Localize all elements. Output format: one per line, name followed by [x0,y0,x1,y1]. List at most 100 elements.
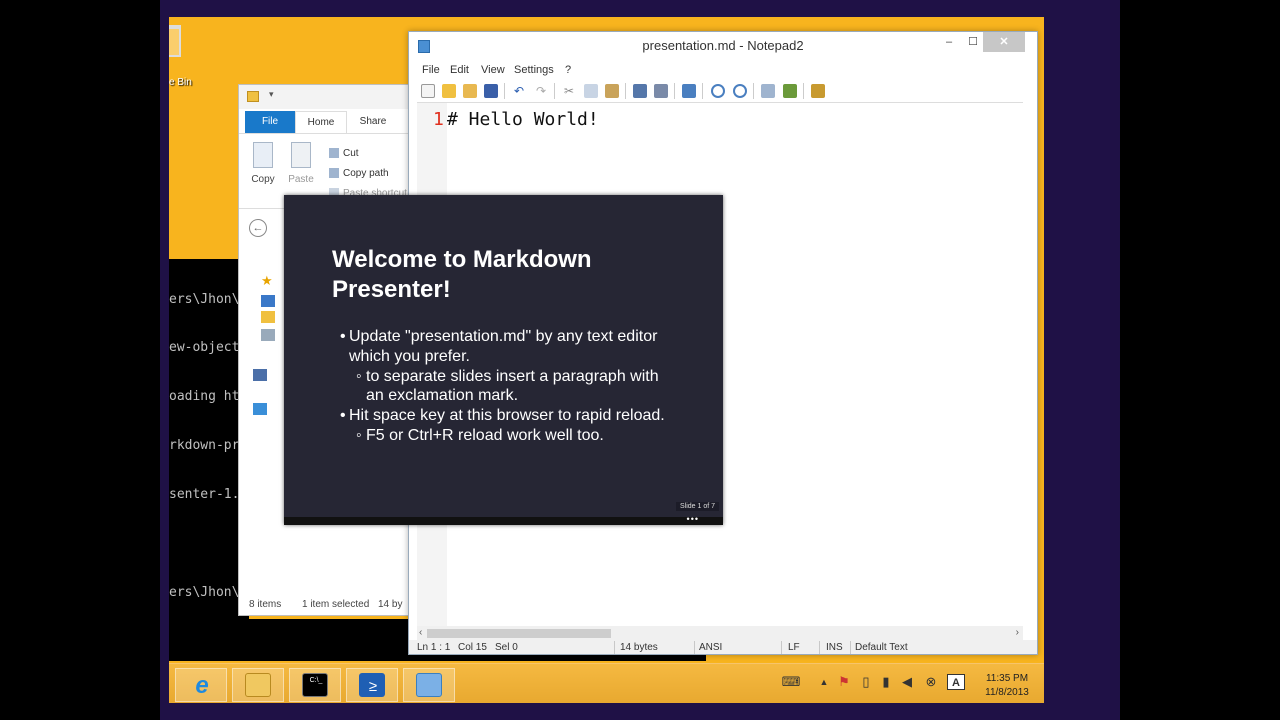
favorites-star-icon[interactable]: ★ [261,273,275,288]
status-line-ending[interactable]: LF [788,642,800,653]
taskbar-powershell[interactable]: ≥ [346,668,398,702]
slide-menu-dots[interactable]: ••• [687,514,699,524]
cancel-icon[interactable]: ⊗ [922,674,940,690]
recycle-bin[interactable]: e Bin [169,25,209,88]
slide-counter: Slide 1 of 7 [675,502,719,511]
taskbar-internet-explorer[interactable]: e [175,668,227,702]
menu-file[interactable]: File [422,64,440,76]
menu-settings[interactable]: Settings [514,64,554,76]
system-clock[interactable]: 11:35 PM 11/8/2013 [979,672,1035,700]
taskbar: e C:\_ ≥ ⌨ ▲ ⚑ ▯ ▮ ◀ ⊗ A 11:35 PM 11/8/2… [169,663,1044,703]
show-hidden-icons-icon[interactable]: ▲ [815,674,833,690]
menu-bar: File Edit View Settings ? [409,62,1037,80]
paste-button[interactable]: Paste [286,142,316,185]
this-pc-icon[interactable] [253,369,267,381]
minimize-button[interactable]: – [937,32,961,52]
taskbar-notepad2[interactable] [403,668,455,702]
undo-icon[interactable]: ↶ [512,84,526,98]
new-file-icon[interactable] [421,84,435,98]
replace-icon[interactable] [654,84,668,98]
command-prompt-glyph: C:\_ [309,677,323,684]
cut-icon[interactable]: ✂ [562,84,576,98]
slide-title: Welcome to Markdown Presenter! [332,246,592,303]
open-folder-icon[interactable] [442,84,456,98]
paste-icon[interactable] [605,84,619,98]
cut-button[interactable]: Cut [329,148,359,159]
scheme-icon[interactable] [761,84,775,98]
presentation-slide[interactable]: Welcome to Markdown Presenter! Update "p… [284,195,723,525]
powershell-glyph: ≥ [368,678,378,695]
explorer-titlebar[interactable]: ▾ [239,85,423,109]
maximize-button[interactable]: ☐ [961,32,985,52]
copy-icon[interactable] [584,84,598,98]
recent-places-icon[interactable] [261,329,275,341]
browse-icon[interactable] [463,84,477,98]
console-line: oading htt [169,389,248,405]
status-position: Ln 1 : 1 [417,642,451,653]
keyboard-icon[interactable]: ⌨ [778,674,804,690]
right-letterbox [1120,0,1280,720]
taskbar-command-prompt[interactable]: C:\_ [289,668,341,702]
menu-view[interactable]: View [481,64,505,76]
screen-recording-frame: e Bin ers\Jhon\D ew-object oading htt rk… [0,0,1280,720]
volume-icon[interactable]: ◀ [898,674,916,690]
status-encoding[interactable]: ANSI [699,642,722,653]
slide-sub-bullet: F5 or Ctrl+R reload work well too. [340,426,680,446]
console-line: ers\Jhon\D [169,291,248,307]
slide-bullets: Update "presentation.md" by any text edi… [340,327,680,446]
downloads-icon[interactable] [261,311,275,323]
taskbar-file-explorer[interactable] [232,668,284,702]
exit-icon[interactable] [811,84,825,98]
notepad2-icon [416,673,442,697]
notepad-statusbar: Ln 1 : 1 Col 15 Sel 0 14 bytes ANSI LF I… [409,640,1037,654]
explorer-statusbar: 8 items 1 item selected 14 by [239,595,423,615]
close-button[interactable]: ✕ [983,32,1025,52]
customize-icon[interactable] [783,84,797,98]
menu-edit[interactable]: Edit [450,64,469,76]
quick-access-dropdown-icon[interactable]: ▾ [269,89,274,100]
action-center-icon[interactable]: ⚑ [835,674,853,690]
scissors-icon [329,148,339,159]
network-icon[interactable] [253,403,267,415]
network-signal-icon[interactable]: ▮ [877,674,895,690]
zoom-in-icon[interactable] [711,84,725,98]
copy-path-label: Copy path [343,168,389,179]
back-arrow-icon[interactable]: ← [249,219,267,237]
folder-icon [247,91,259,102]
save-icon[interactable] [484,84,498,98]
copy-path-button[interactable]: Copy path [329,168,389,179]
cut-label: Cut [343,148,359,159]
find-icon[interactable] [633,84,647,98]
scroll-right-icon[interactable]: › [1016,626,1019,640]
tab-share[interactable]: Share [347,111,399,133]
editor-content[interactable]: # Hello World! [447,109,599,130]
scroll-left-icon[interactable]: ‹ [419,626,422,640]
input-method-icon[interactable]: A [947,674,965,690]
notepad-titlebar[interactable]: presentation.md - Notepad2 – ☐ ✕ [409,32,1037,62]
copy-button[interactable]: Copy [248,142,278,185]
file-explorer-icon [245,673,271,697]
vertical-scrollbar[interactable] [1015,103,1023,626]
slide-bullet: Hit space key at this browser to rapid r… [340,406,680,426]
status-scheme[interactable]: Default Text [855,642,908,653]
clock-time: 11:35 PM [985,673,1029,684]
recycle-bin-label: e Bin [169,77,192,88]
redo-icon[interactable]: ↷ [534,84,548,98]
tab-home[interactable]: Home [295,111,347,133]
line-number: 1 [433,109,444,130]
console-line: rkdown-pre [169,438,248,454]
battery-icon[interactable]: ▯ [857,674,875,690]
scrollbar-thumb[interactable] [427,629,611,638]
tab-file[interactable]: File [245,111,295,133]
clock-date: 11/8/2013 [985,687,1029,698]
goto-icon[interactable] [682,84,696,98]
zoom-out-icon[interactable] [733,84,747,98]
console-line: ers\Jhon\D [169,584,248,600]
paste-label: Paste [288,174,314,185]
horizontal-scrollbar[interactable]: ‹ › [417,626,1023,640]
menu-help[interactable]: ? [565,64,571,76]
desktop-icon[interactable] [261,295,275,307]
console-window[interactable]: ers\Jhon\D ew-object oading htt rkdown-p… [169,259,249,619]
status-insert-mode[interactable]: INS [826,642,843,653]
